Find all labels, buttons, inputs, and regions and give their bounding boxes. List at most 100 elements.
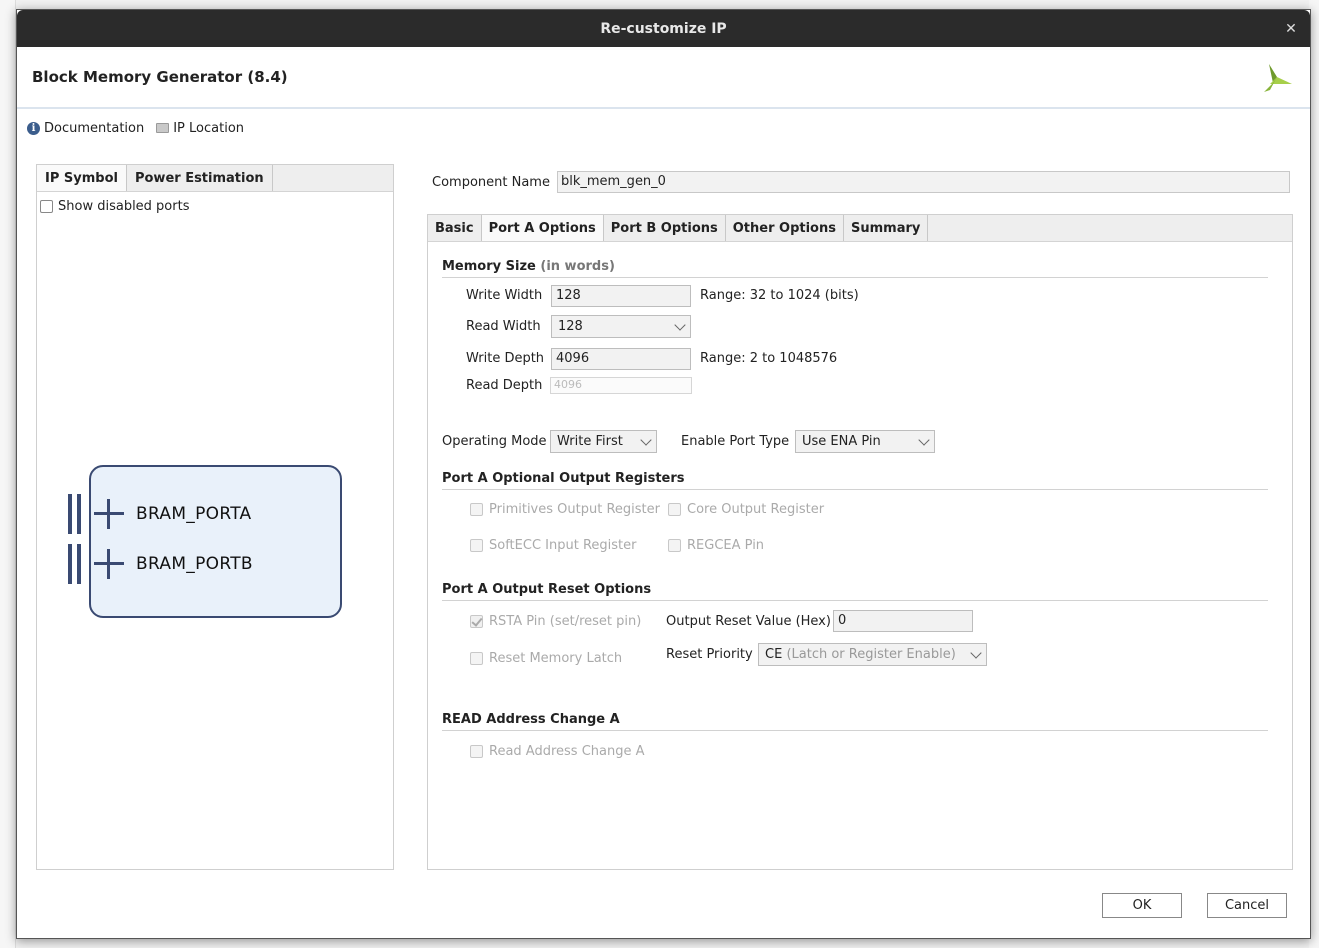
enable-port-type-select[interactable]: Use ENA Pin <box>795 430 935 453</box>
core-output-register-checkbox <box>668 503 681 516</box>
rsta-pin-checkbox <box>470 615 483 628</box>
read-address-change-heading: READ Address Change A <box>442 712 620 727</box>
tab-other-options[interactable]: Other Options <box>726 215 844 241</box>
section-divider <box>442 600 1268 601</box>
softecc-input-register-checkbox <box>470 539 483 552</box>
read-depth-label: Read Depth <box>466 378 543 393</box>
read-depth-input: 4096 <box>550 377 692 394</box>
options-tab-bar: Basic Port A Options Port B Options Othe… <box>428 215 1292 242</box>
read-width-label: Read Width <box>466 319 541 334</box>
background-left-strip <box>0 0 16 948</box>
primitives-output-register-label: Primitives Output Register <box>489 502 660 517</box>
show-disabled-ports-option[interactable]: Show disabled ports <box>40 199 189 214</box>
read-address-change-label: Read Address Change A <box>489 744 645 759</box>
write-width-label: Write Width <box>466 288 543 303</box>
regcea-pin-checkbox <box>668 539 681 552</box>
tab-power-estimation[interactable]: Power Estimation <box>127 165 273 191</box>
chevron-down-icon <box>970 646 982 659</box>
enable-port-type-label: Enable Port Type <box>681 434 790 449</box>
expand-plus-icon[interactable] <box>94 549 124 579</box>
port-bus-icon <box>68 494 84 534</box>
reset-memory-latch-option: Reset Memory Latch <box>470 651 622 666</box>
core-output-register-label: Core Output Register <box>687 502 825 517</box>
section-divider <box>442 277 1268 278</box>
left-tab-bar: IP Symbol Power Estimation <box>37 165 393 192</box>
read-width-select[interactable]: 128 <box>551 315 691 338</box>
tab-summary[interactable]: Summary <box>844 215 929 241</box>
rsta-pin-option: RSTA Pin (set/reset pin) <box>470 614 641 629</box>
ip-symbol-panel: IP Symbol Power Estimation Show disabled… <box>36 164 394 870</box>
write-depth-range: Range: 2 to 1048576 <box>700 351 838 366</box>
softecc-input-register-label: SoftECC Input Register <box>489 538 637 553</box>
tab-port-b-options[interactable]: Port B Options <box>604 215 726 241</box>
reset-options-heading: Port A Output Reset Options <box>442 582 652 597</box>
component-name-row: Component Name blk_mem_gen_0 <box>432 171 1290 193</box>
memory-size-subtitle: (in words) <box>540 259 615 274</box>
read-width-value: 128 <box>558 319 583 334</box>
ip-symbol-block: BRAM_PORTA BRAM_PORTB <box>68 465 342 618</box>
port-row-b[interactable]: BRAM_PORTB <box>68 544 253 584</box>
write-depth-label: Write Depth <box>466 351 545 366</box>
output-reset-value-label: Output Reset Value (Hex) <box>666 614 831 629</box>
output-reset-value-input[interactable]: 0 <box>833 610 973 632</box>
chevron-down-icon <box>918 433 930 446</box>
enable-port-type-value: Use ENA Pin <box>802 434 881 449</box>
dialog-header: Block Memory Generator (8.4) <box>17 47 1310 109</box>
read-address-change-option: Read Address Change A <box>470 744 645 759</box>
port-label: BRAM_PORTA <box>136 504 252 524</box>
read-address-change-checkbox <box>470 745 483 758</box>
reset-priority-select[interactable]: CE (Latch or Register Enable) <box>758 643 987 666</box>
section-divider <box>442 489 1268 490</box>
tab-basic[interactable]: Basic <box>428 215 482 241</box>
re-customize-ip-dialog: Re-customize IP ✕ Block Memory Generator… <box>16 9 1311 939</box>
expand-plus-icon[interactable] <box>94 499 124 529</box>
documentation-link[interactable]: i Documentation <box>27 121 144 136</box>
write-width-range: Range: 32 to 1024 (bits) <box>700 288 859 303</box>
regcea-pin-label: REGCEA Pin <box>687 538 765 553</box>
operating-mode-label: Operating Mode <box>442 434 547 449</box>
memory-size-title: Memory Size <box>442 259 536 274</box>
operating-mode-select[interactable]: Write First <box>550 430 657 453</box>
dialog-title: Re-customize IP <box>600 20 727 37</box>
show-disabled-ports-label: Show disabled ports <box>58 199 190 214</box>
section-divider <box>442 730 1268 731</box>
reset-memory-latch-checkbox <box>470 652 483 665</box>
ip-location-label: IP Location <box>173 120 245 136</box>
component-name-label: Component Name <box>432 174 550 190</box>
cancel-button[interactable]: Cancel <box>1207 893 1287 918</box>
write-depth-input[interactable]: 4096 <box>551 348 691 370</box>
chevron-down-icon <box>674 318 686 331</box>
dialog-titlebar: Re-customize IP ✕ <box>17 10 1310 47</box>
port-bus-icon <box>68 544 84 584</box>
write-width-input[interactable]: 128 <box>551 285 691 307</box>
tab-port-a-options[interactable]: Port A Options <box>481 215 604 241</box>
core-output-register-option: Core Output Register <box>668 502 824 517</box>
link-bar: i Documentation IP Location <box>27 118 244 138</box>
ok-button[interactable]: OK <box>1102 893 1182 918</box>
options-panel: Basic Port A Options Port B Options Othe… <box>427 214 1293 870</box>
show-disabled-ports-checkbox[interactable] <box>40 200 53 213</box>
xilinx-logo-icon <box>1264 64 1292 92</box>
chevron-down-icon <box>640 433 652 446</box>
operating-mode-value: Write First <box>557 434 623 449</box>
rsta-pin-label: RSTA Pin (set/reset pin) <box>489 614 642 629</box>
reset-priority-label: Reset Priority <box>666 647 753 662</box>
reset-memory-latch-label: Reset Memory Latch <box>489 651 623 666</box>
memory-size-heading: Memory Size (in words) <box>442 259 615 274</box>
reset-priority-value: CE (Latch or Register Enable) <box>765 647 956 662</box>
component-name-input[interactable]: blk_mem_gen_0 <box>556 171 1290 193</box>
port-row-a[interactable]: BRAM_PORTA <box>68 494 251 534</box>
regcea-pin-option: REGCEA Pin <box>668 538 764 553</box>
primitives-output-register-checkbox <box>470 503 483 516</box>
folder-icon <box>156 123 170 133</box>
ip-title: Block Memory Generator (8.4) <box>32 68 288 86</box>
reset-priority-sub: (Latch or Register Enable) <box>786 647 956 662</box>
primitives-output-register-option: Primitives Output Register <box>470 502 660 517</box>
info-icon: i <box>27 121 40 135</box>
port-label: BRAM_PORTB <box>136 554 253 574</box>
ip-location-link[interactable]: IP Location <box>156 121 244 136</box>
close-icon[interactable]: ✕ <box>1280 18 1302 40</box>
reset-priority-main: CE <box>765 647 783 662</box>
tab-ip-symbol[interactable]: IP Symbol <box>37 165 127 191</box>
optional-registers-heading: Port A Optional Output Registers <box>442 471 685 486</box>
